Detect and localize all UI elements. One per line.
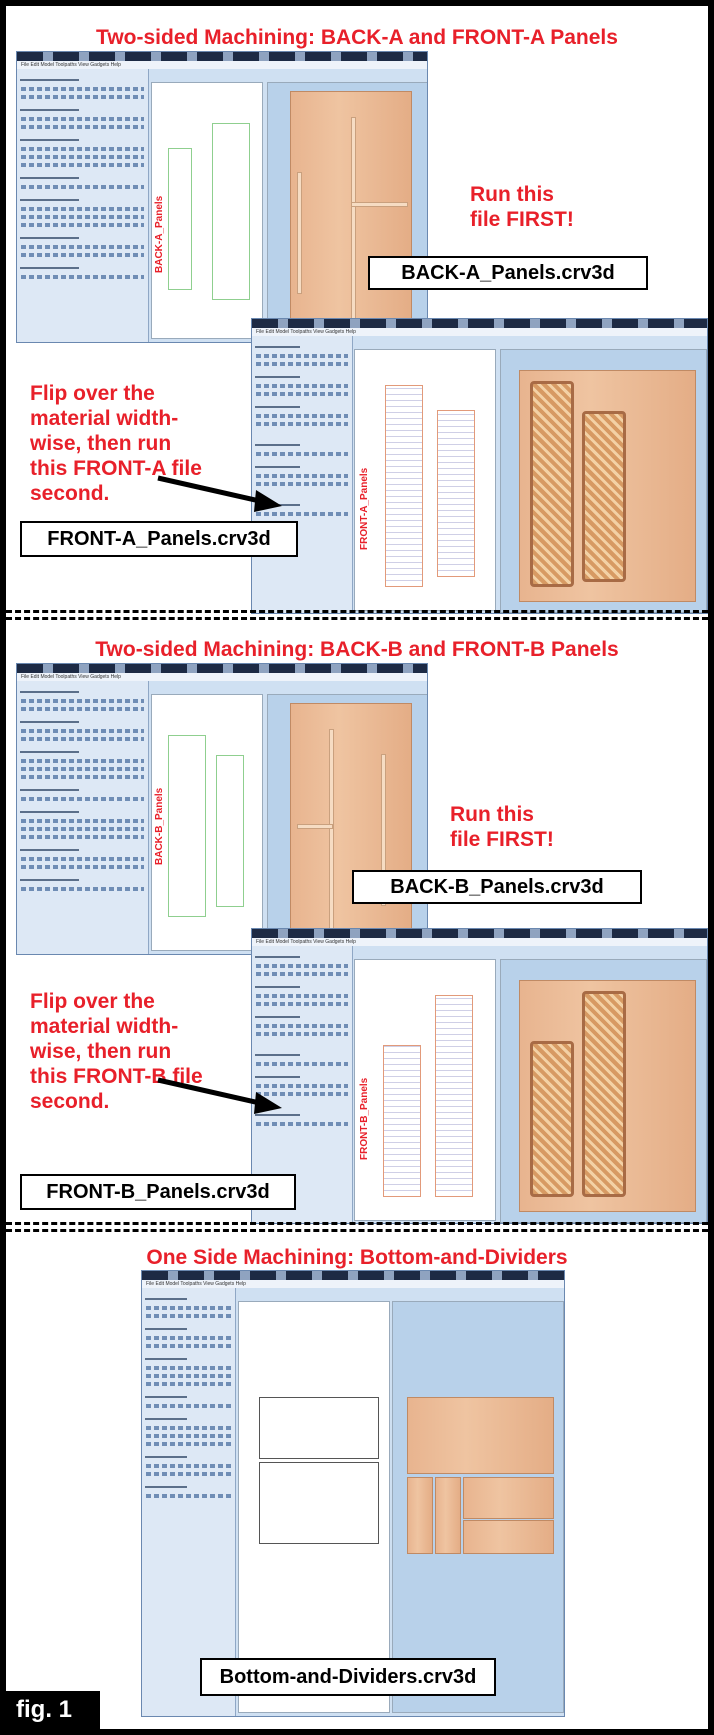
arrow-icon bbox=[157, 1077, 282, 1114]
menu-bar: File Edit Model Toolpaths View Gadgets H… bbox=[17, 673, 427, 681]
title-bar bbox=[142, 1271, 564, 1280]
section-divider bbox=[6, 610, 708, 620]
app-window-front-a: File Edit Model Toolpaths View Gadgets H… bbox=[251, 318, 708, 614]
app-window-front-b: File Edit Model Toolpaths View Gadgets H… bbox=[251, 928, 708, 1224]
section-a-heading: Two-sided Machining: BACK-A and FRONT-A … bbox=[96, 26, 618, 49]
front-b-file-label: FRONT-B_Panels.crv3d bbox=[20, 1174, 296, 1210]
figure-label: fig. 1 bbox=[6, 1691, 100, 1729]
arrow-icon bbox=[157, 475, 282, 512]
drawing-panel bbox=[142, 1288, 236, 1716]
section-b-heading: Two-sided Machining: BACK-B and FRONT-B … bbox=[95, 638, 619, 661]
panel-name-back-b: BACK-B_Panels bbox=[154, 787, 165, 865]
menu-bar: File Edit Model Toolpaths View Gadgets H… bbox=[252, 328, 707, 336]
3d-view bbox=[392, 1301, 564, 1713]
2d-view: FRONT-B_Panels bbox=[354, 959, 496, 1221]
figure-page: Two-sided Machining: BACK-A and FRONT-A … bbox=[6, 6, 708, 1729]
title-bar bbox=[17, 52, 427, 61]
back-a-file-label: BACK-A_Panels.crv3d bbox=[368, 256, 648, 290]
drawing-panel bbox=[17, 69, 150, 342]
menu-bar: File Edit Model Toolpaths View Gadgets H… bbox=[17, 61, 427, 69]
panel-name-back-a: BACK-A_Panels bbox=[154, 195, 165, 273]
2d-view bbox=[238, 1301, 390, 1713]
3d-view bbox=[267, 694, 427, 954]
2d-view: FRONT-A_Panels bbox=[354, 349, 496, 611]
2d-view: BACK-A_Panels bbox=[151, 82, 263, 339]
panel-name-front-a: FRONT-A_Panels bbox=[359, 467, 370, 550]
section-c-heading: One Side Machining: Bottom-and-Dividers bbox=[146, 1246, 568, 1269]
title-bar bbox=[252, 319, 707, 328]
app-window-back-a: File Edit Model Toolpaths View Gadgets H… bbox=[16, 51, 428, 343]
back-b-run-first-note: Run this file FIRST! bbox=[450, 803, 554, 851]
back-b-file-label: BACK-B_Panels.crv3d bbox=[352, 870, 642, 904]
3d-view bbox=[500, 959, 707, 1223]
section-divider bbox=[6, 1222, 708, 1232]
menu-bar: File Edit Model Toolpaths View Gadgets H… bbox=[252, 938, 707, 946]
app-window-bottom: File Edit Model Toolpaths View Gadgets H… bbox=[141, 1270, 565, 1717]
panel-name-front-b: FRONT-B_Panels bbox=[359, 1077, 370, 1160]
title-bar bbox=[252, 929, 707, 938]
drawing-panel bbox=[17, 681, 150, 954]
front-a-file-label: FRONT-A_Panels.crv3d bbox=[20, 521, 298, 557]
menu-bar: File Edit Model Toolpaths View Gadgets H… bbox=[142, 1280, 564, 1288]
app-window-back-b: File Edit Model Toolpaths View Gadgets H… bbox=[16, 663, 428, 955]
2d-view: BACK-B_Panels bbox=[151, 694, 263, 951]
back-a-run-first-note: Run this file FIRST! bbox=[470, 183, 574, 231]
3d-view bbox=[500, 349, 707, 613]
title-bar bbox=[17, 664, 427, 673]
bottom-file-label: Bottom-and-Dividers.crv3d bbox=[200, 1658, 496, 1696]
3d-view bbox=[267, 82, 427, 342]
